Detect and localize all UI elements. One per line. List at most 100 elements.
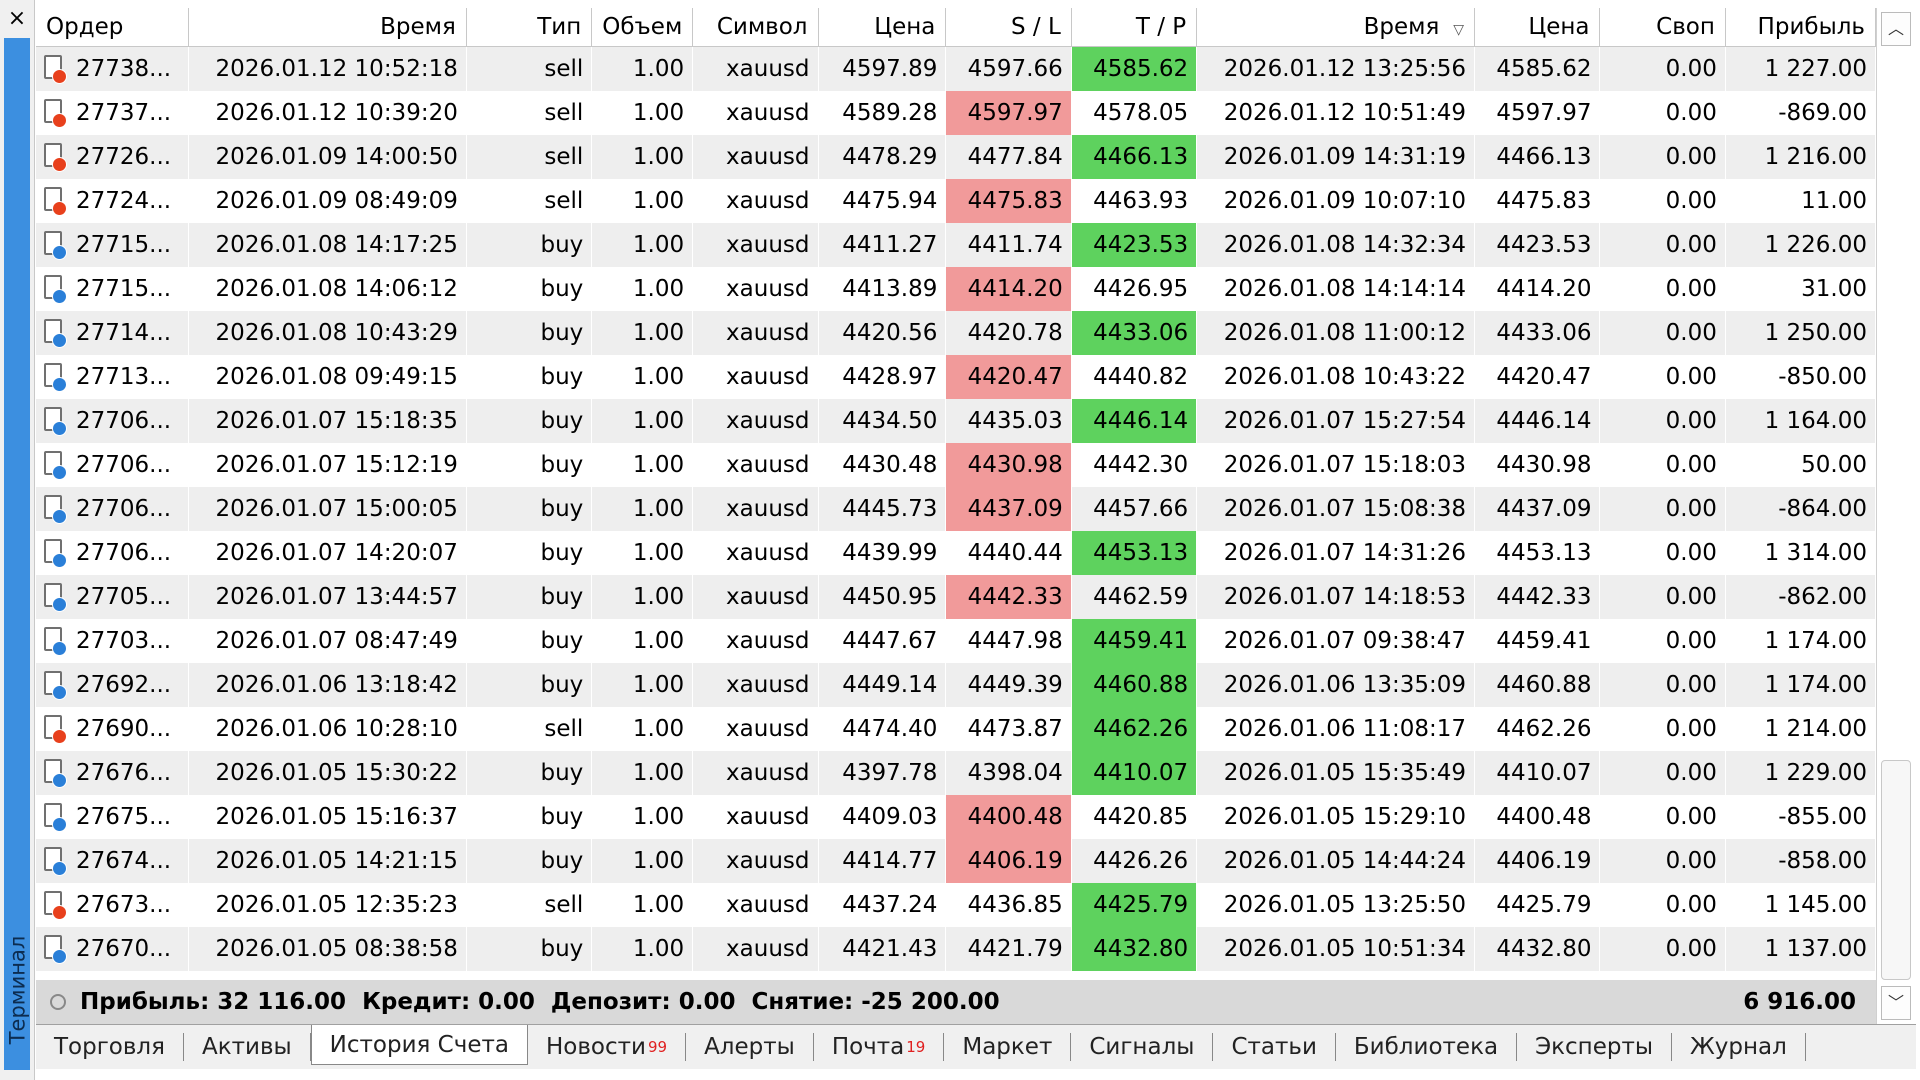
column-header-close-time[interactable]: Время ▽ — [1196, 8, 1476, 47]
table-row[interactable]: 27703... 2026.01.07 08:47:49 buy 1.00 xauusd… — [36, 619, 1876, 663]
tab-1[interactable]: Торговля — [36, 1033, 184, 1061]
column-header-symbol[interactable]: Символ — [692, 8, 819, 47]
cell-open-time: 2026.01.09 14:00:50 — [188, 135, 467, 179]
cell-tp: 4446.14 — [1071, 399, 1197, 443]
tab-9[interactable]: Статьи — [1213, 1033, 1336, 1061]
close-icon[interactable]: × — [4, 6, 30, 32]
cell-close-time: 2026.01.08 14:14:14 — [1196, 267, 1475, 311]
buy-order-icon — [44, 407, 67, 436]
scrollbar-thumb[interactable] — [1881, 760, 1911, 980]
table-row[interactable]: 27706... 2026.01.07 15:00:05 buy 1.00 xauusd… — [36, 487, 1876, 531]
buy-order-icon — [44, 363, 67, 392]
table-row[interactable]: 27692... 2026.01.06 13:18:42 buy 1.00 xauusd… — [36, 663, 1876, 707]
cell-type: buy — [466, 311, 592, 355]
cell-sl: 4420.47 — [945, 355, 1072, 399]
table-row[interactable]: 27706... 2026.01.07 14:20:07 buy 1.00 xauusd… — [36, 531, 1876, 575]
table-row[interactable]: 27738... 2026.01.12 10:52:18 sell 1.00 xauus… — [36, 46, 1876, 91]
tab-10[interactable]: Библиотека — [1336, 1033, 1518, 1061]
scroll-up-icon[interactable]: ︿ — [1881, 12, 1911, 46]
table-row[interactable]: 27706... 2026.01.07 15:12:19 buy 1.00 xauusd… — [36, 443, 1876, 487]
cell-swap: 0.00 — [1599, 883, 1726, 927]
table-row[interactable]: 27724... 2026.01.09 08:49:09 sell 1.00 xauus… — [36, 179, 1876, 223]
cell-swap: 0.00 — [1599, 267, 1726, 311]
column-header-profit[interactable]: Прибыль — [1725, 8, 1877, 47]
order-number: 27670... — [76, 936, 172, 962]
tab-3[interactable]: История Счета — [310, 1025, 528, 1065]
tab-7[interactable]: Маркет — [944, 1033, 1072, 1061]
table-row[interactable]: 27714... 2026.01.08 10:43:29 buy 1.00 xauusd… — [36, 311, 1876, 355]
cell-swap: 0.00 — [1599, 619, 1726, 663]
column-header-order[interactable]: Ордер — [36, 8, 189, 47]
cell-tp: 4466.13 — [1071, 135, 1197, 179]
table-row[interactable]: 27673... 2026.01.05 12:35:23 sell 1.00 xauus… — [36, 883, 1876, 927]
tab-2[interactable]: Активы — [184, 1033, 311, 1061]
buy-order-icon — [44, 231, 67, 260]
table-row[interactable]: 27670... 2026.01.05 08:38:58 buy 1.00 xauusd… — [36, 927, 1876, 971]
cell-close-price: 4460.88 — [1474, 663, 1600, 707]
column-header-volume[interactable]: Объем — [591, 8, 694, 47]
order-number: 27673... — [76, 892, 172, 918]
cell-profit: 1 137.00 — [1725, 927, 1876, 971]
order-number: 27674... — [76, 848, 172, 874]
cell-close-time: 2026.01.12 10:51:49 — [1196, 91, 1475, 135]
buy-order-icon — [44, 935, 67, 964]
scroll-down-icon[interactable]: ﹀ — [1881, 986, 1911, 1020]
cell-type: buy — [466, 355, 592, 399]
table-row[interactable]: 27675... 2026.01.05 15:16:37 buy 1.00 xauusd… — [36, 795, 1876, 839]
cell-close-time: 2026.01.09 14:31:19 — [1196, 135, 1475, 179]
cell-order: 27713... — [36, 355, 189, 399]
cell-close-time: 2026.01.07 15:18:03 — [1196, 443, 1475, 487]
cell-open-price: 4397.78 — [818, 751, 946, 795]
tab-5[interactable]: Алерты — [686, 1033, 814, 1061]
table-row[interactable]: 27706... 2026.01.07 15:18:35 buy 1.00 xauusd… — [36, 399, 1876, 443]
table-row[interactable]: 27737... 2026.01.12 10:39:20 sell 1.00 xauus… — [36, 91, 1876, 135]
cell-volume: 1.00 — [591, 927, 693, 971]
cell-symbol: xauusd — [692, 267, 818, 311]
column-header-type[interactable]: Тип — [466, 8, 593, 47]
cell-order: 27724... — [36, 179, 189, 223]
table-row[interactable]: 27674... 2026.01.05 14:21:15 buy 1.00 xauusd… — [36, 839, 1876, 883]
tab-8[interactable]: Сигналы — [1071, 1033, 1214, 1061]
cell-sl: 4400.48 — [945, 795, 1072, 839]
cell-swap: 0.00 — [1599, 751, 1726, 795]
column-header-open-price[interactable]: Цена — [818, 8, 947, 47]
table-row[interactable]: 27726... 2026.01.09 14:00:50 sell 1.00 xauus… — [36, 135, 1876, 179]
table-row[interactable]: 27715... 2026.01.08 14:06:12 buy 1.00 xauusd… — [36, 267, 1876, 311]
column-header-close-price[interactable]: Цена — [1474, 8, 1601, 47]
cell-type: buy — [466, 751, 592, 795]
tab-12[interactable]: Журнал — [1672, 1033, 1806, 1061]
cell-volume: 1.00 — [591, 487, 693, 531]
terminal-label-text: Терминал — [5, 935, 29, 1045]
cell-type: buy — [466, 927, 592, 971]
tab-4[interactable]: Новости 99 — [528, 1033, 687, 1061]
cell-volume: 1.00 — [591, 575, 693, 619]
cell-close-time: 2026.01.08 14:32:34 — [1196, 223, 1475, 267]
cell-tp: 4578.05 — [1071, 91, 1197, 135]
cell-close-price: 4462.26 — [1474, 707, 1600, 751]
cell-type: sell — [466, 179, 592, 223]
vertical-scrollbar[interactable]: ︿ ﹀ — [1876, 8, 1915, 1024]
column-header-label: Ордер — [46, 14, 124, 40]
table-row[interactable]: 27690... 2026.01.06 10:28:10 sell 1.00 xauus… — [36, 707, 1876, 751]
tab-11[interactable]: Эксперты — [1517, 1033, 1673, 1061]
table-row[interactable]: 27676... 2026.01.05 15:30:22 buy 1.00 xauusd… — [36, 751, 1876, 795]
table-row[interactable]: 27715... 2026.01.08 14:17:25 buy 1.00 xauusd… — [36, 223, 1876, 267]
tab-6[interactable]: Почта 19 — [814, 1033, 945, 1061]
cell-tp: 4425.79 — [1071, 883, 1197, 927]
column-header-tp[interactable]: T / P — [1071, 8, 1198, 47]
cell-order: 27706... — [36, 531, 189, 575]
order-number: 27705... — [76, 584, 172, 610]
table-row[interactable]: 27705... 2026.01.07 13:44:57 buy 1.00 xauusd… — [36, 575, 1876, 619]
cell-sl: 4406.19 — [945, 839, 1072, 883]
cell-open-time: 2026.01.05 08:38:58 — [188, 927, 467, 971]
table-row[interactable]: 27713... 2026.01.08 09:49:15 buy 1.00 xauusd… — [36, 355, 1876, 399]
cell-order: 27737... — [36, 91, 189, 135]
column-header-sl[interactable]: S / L — [945, 8, 1072, 47]
cell-symbol: xauusd — [692, 927, 818, 971]
column-header-open-time[interactable]: Время — [188, 8, 467, 47]
cell-open-price: 4409.03 — [818, 795, 946, 839]
order-number: 27715... — [76, 232, 172, 258]
account-history-table: Ордер Время Тип Объем Символ Цена S / L … — [36, 8, 1877, 971]
column-header-swap[interactable]: Своп — [1599, 8, 1726, 47]
cell-close-price: 4414.20 — [1474, 267, 1600, 311]
